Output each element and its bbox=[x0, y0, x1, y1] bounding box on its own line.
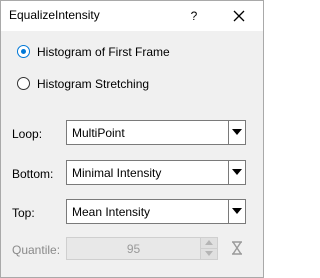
dialog-window: EqualizeIntensity ? Histogram of First F… bbox=[0, 0, 264, 278]
chevron-down-icon bbox=[232, 208, 242, 214]
loop-dropdown-button[interactable] bbox=[228, 121, 245, 144]
chevron-down-icon bbox=[232, 129, 242, 135]
loop-value: MultiPoint bbox=[72, 126, 125, 140]
bottom-dropdown[interactable]: Minimal Intensity bbox=[66, 160, 246, 185]
radio-indicator-checked[interactable] bbox=[17, 45, 30, 58]
quantile-spinbox[interactable]: 95 bbox=[66, 237, 218, 260]
radio-label: Histogram of First Frame bbox=[37, 45, 170, 59]
spin-up-button[interactable] bbox=[200, 238, 217, 249]
title-bar: EqualizeIntensity ? bbox=[1, 1, 263, 31]
loop-dropdown[interactable]: MultiPoint bbox=[66, 120, 246, 145]
radio-histogram-stretching[interactable]: Histogram Stretching bbox=[17, 76, 217, 94]
quantile-value: 95 bbox=[126, 242, 141, 256]
top-label: Top: bbox=[12, 206, 35, 220]
close-icon bbox=[233, 10, 245, 22]
close-button[interactable] bbox=[225, 5, 253, 27]
radio-label: Histogram Stretching bbox=[37, 77, 150, 91]
chevron-down-icon bbox=[232, 169, 242, 175]
bottom-dropdown-button[interactable] bbox=[228, 161, 245, 184]
top-dropdown-button[interactable] bbox=[228, 200, 245, 223]
radio-histogram-first-frame[interactable]: Histogram of First Frame bbox=[17, 44, 217, 62]
radio-indicator-unchecked[interactable] bbox=[17, 77, 30, 90]
spin-down-button[interactable] bbox=[200, 249, 217, 259]
bottom-value: Minimal Intensity bbox=[72, 166, 162, 180]
hourglass-reset-icon bbox=[232, 241, 242, 255]
chevron-up-icon bbox=[205, 240, 213, 245]
top-dropdown[interactable]: Mean Intensity bbox=[66, 199, 246, 224]
window-title: EqualizeIntensity bbox=[9, 8, 100, 22]
chevron-down-icon bbox=[205, 251, 213, 256]
help-button[interactable]: ? bbox=[182, 5, 206, 27]
bottom-label: Bottom: bbox=[12, 167, 54, 181]
quantile-label: Quantile: bbox=[12, 243, 61, 257]
quantile-reset-button[interactable] bbox=[229, 240, 245, 256]
top-value: Mean Intensity bbox=[72, 205, 151, 219]
loop-label: Loop: bbox=[12, 127, 43, 141]
